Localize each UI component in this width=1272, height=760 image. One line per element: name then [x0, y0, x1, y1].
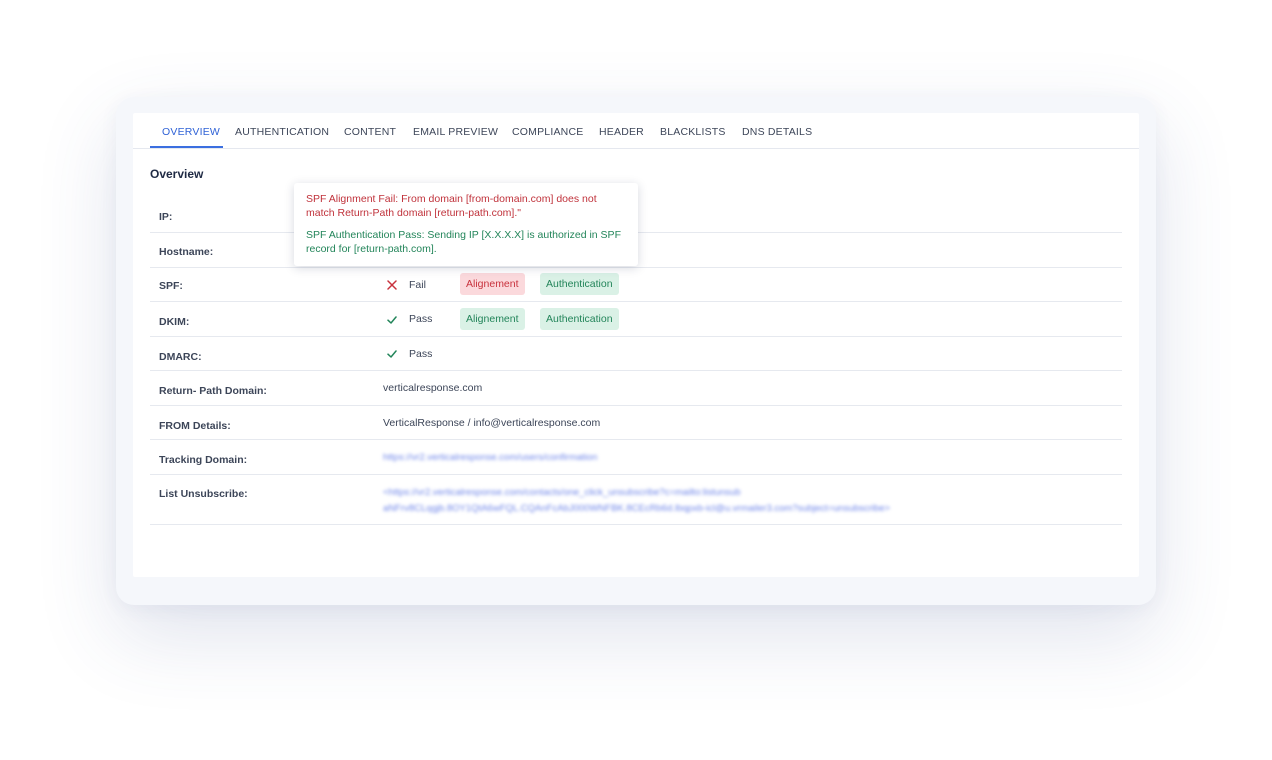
row-spf: SPF: Fail Alignement Authentication — [150, 268, 1122, 302]
dkim-authentication-badge[interactable]: Authentication — [540, 308, 619, 330]
row-list-unsubscribe: List Unsubscribe: <https://vr2.verticalr… — [150, 475, 1122, 525]
dmarc-status: Pass — [409, 348, 433, 360]
check-icon — [387, 350, 397, 358]
dmarc-label: DMARC: — [159, 351, 202, 363]
list-unsubscribe-label: List Unsubscribe: — [159, 488, 248, 500]
tab-compliance[interactable]: COMPLIANCE — [512, 113, 583, 149]
tab-header[interactable]: HEADER — [599, 113, 644, 149]
tab-content[interactable]: CONTENT — [344, 113, 396, 149]
tooltip-pass-text: SPF Authentication Pass: Sending IP [X.X… — [306, 229, 621, 255]
return-path-label: Return- Path Domain: — [159, 385, 267, 397]
row-tracking-domain: Tracking Domain: https://vr2.verticalres… — [150, 440, 1122, 475]
row-dkim: DKIM: Pass Alignement Authentication — [150, 302, 1122, 337]
spf-alignment-badge[interactable]: Alignement — [460, 273, 525, 295]
tab-blacklists[interactable]: BLACKLISTS — [660, 113, 726, 149]
spf-authentication-badge[interactable]: Authentication — [540, 273, 619, 295]
spf-tooltip: SPF Alignment Fail: From domain [from-do… — [294, 183, 638, 266]
row-from-details: FROM Details: VerticalResponse / info@ve… — [150, 406, 1122, 440]
spf-label: SPF: — [159, 280, 183, 292]
tooltip-fail-text: SPF Alignment Fail: From domain [from-do… — [306, 193, 597, 219]
dkim-status: Pass — [409, 313, 433, 325]
from-details-label: FROM Details: — [159, 420, 231, 432]
tracking-domain-label: Tracking Domain: — [159, 454, 248, 466]
return-path-value: verticalresponse.com — [383, 382, 483, 394]
screenshot-stage: OVERVIEW AUTHENTICATION CONTENT EMAIL PR… — [0, 0, 1272, 760]
list-unsubscribe-link-line2[interactable]: aNFrv8CLqgjb.8OY1QtA6wFQL.CQAnFcAbJ000WN… — [383, 503, 890, 514]
hostname-label: Hostname: — [159, 246, 214, 258]
tracking-domain-link[interactable]: https://vr2.verticalresponse.com/users/c… — [383, 452, 597, 463]
list-unsubscribe-link-line1[interactable]: <https://vr2.verticalresponse.com/contac… — [383, 487, 740, 498]
dkim-alignment-badge[interactable]: Alignement — [460, 308, 525, 330]
spf-status: Fail — [409, 279, 426, 291]
tab-bar: OVERVIEW AUTHENTICATION CONTENT EMAIL PR… — [133, 113, 1139, 149]
row-dmarc: DMARC: Pass — [150, 337, 1122, 371]
tab-email-preview[interactable]: EMAIL PREVIEW — [413, 113, 498, 149]
tab-dns-details[interactable]: DNS DETAILS — [742, 113, 812, 149]
active-tab-indicator — [150, 146, 223, 148]
tab-overview[interactable]: OVERVIEW — [162, 113, 220, 149]
row-return-path: Return- Path Domain: verticalresponse.co… — [150, 371, 1122, 406]
cross-icon — [387, 280, 397, 290]
dkim-label: DKIM: — [159, 316, 190, 328]
tab-authentication[interactable]: AUTHENTICATION — [235, 113, 329, 149]
check-icon — [387, 316, 397, 324]
from-details-value: VerticalResponse / info@verticalresponse… — [383, 417, 601, 429]
ip-label: IP: — [159, 211, 173, 223]
section-title: Overview — [150, 167, 204, 181]
